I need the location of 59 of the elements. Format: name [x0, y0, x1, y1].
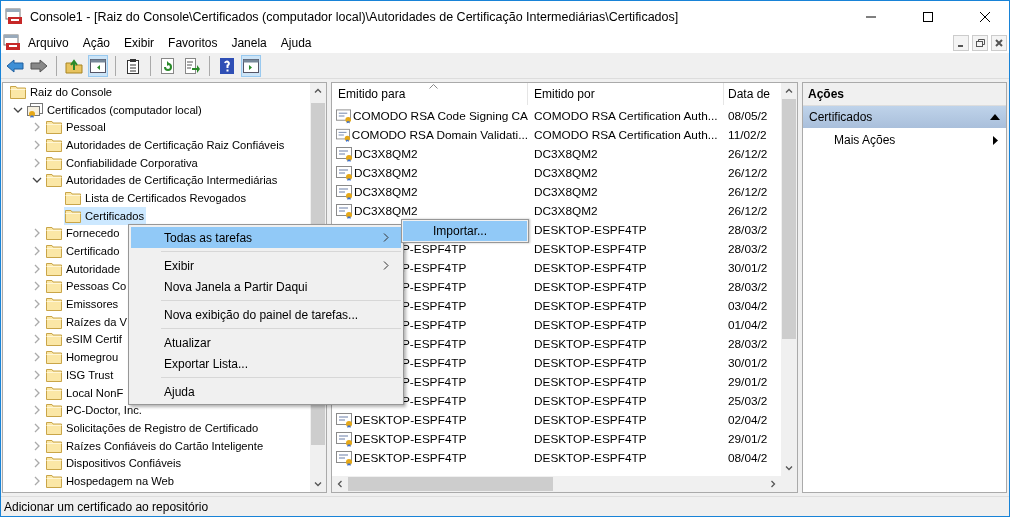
table-cell: DESKTOP-ESPF4TP	[534, 260, 647, 275]
table-cell: DESKTOP-ESPF4TP	[534, 393, 647, 408]
table-cell: P-ESPF4TP	[402, 336, 467, 351]
table-cell: COMODO RSA Code Signing CA	[352, 108, 528, 123]
table-cell: DC3X8QM2	[354, 165, 418, 180]
table-cell: DC3X8QM2	[534, 146, 598, 161]
table-cell: 03/04/2	[728, 298, 768, 313]
table-cell: DC3X8QM2	[354, 203, 418, 218]
table-cell: DC3X8QM2	[534, 165, 598, 180]
table-cell: 28/03/2	[728, 241, 768, 256]
table-cell: 26/12/2	[728, 184, 768, 199]
table-cell: DESKTOP-ESPF4TP	[534, 336, 647, 351]
table-cell: DC3X8QM2	[354, 146, 418, 161]
table-cell: DESKTOP-ESPF4TP	[534, 298, 647, 313]
table-cell: DESKTOP-ESPF4TP	[534, 222, 647, 237]
table-cell: DESKTOP-ESPF4TP	[534, 355, 647, 370]
table-cell: 28/03/2	[728, 336, 768, 351]
table-cell: 02/04/2	[728, 412, 768, 427]
table-cell: DESKTOP-ESPF4TP	[354, 431, 467, 446]
table-cell: 26/12/2	[728, 203, 768, 218]
status-text: Adicionar um certificado ao repositório	[4, 499, 209, 514]
table-cell: P-ESPF4TP	[402, 374, 467, 389]
table-cell: DC3X8QM2	[534, 203, 598, 218]
table-cell: 11/02/2	[728, 127, 767, 142]
table-cell: 08/04/2	[728, 450, 768, 465]
table-cell: P-ESPF4TP	[402, 298, 467, 313]
table-cell: 26/12/2	[728, 165, 768, 180]
panel-title: Ações	[803, 83, 1006, 106]
table-cell: P-ESPF4TP	[402, 317, 467, 332]
table-cell: P-ESPF4TP	[402, 355, 467, 370]
table-cell: 08/05/2	[728, 108, 768, 123]
table-cell: DESKTOP-ESPF4TP	[534, 412, 647, 427]
table-cell: 26/12/2	[728, 146, 768, 161]
table-cell: DC3X8QM2	[354, 184, 418, 199]
table-cell: COMODO RSA Certification Auth...	[534, 108, 718, 123]
table-cell: COMODO RSA Domain Validati...	[351, 127, 528, 142]
table-cell: DESKTOP-ESPF4TP	[534, 279, 647, 294]
table-cell: DESKTOP-ESPF4TP	[534, 450, 647, 465]
table-cell: 28/03/2	[728, 222, 768, 237]
table-cell: P-ESPF4TP	[402, 241, 467, 256]
table-cell: 30/01/2	[728, 260, 768, 275]
table-cell: DESKTOP-ESPF4TP	[534, 374, 647, 389]
table-cell: DESKTOP-ESPF4TP	[534, 241, 647, 256]
table-cell: DESKTOP-ESPF4TP	[534, 431, 647, 446]
table-cell: P-ESPF4TP	[402, 279, 467, 294]
table-cell: COMODO RSA Certification Auth...	[534, 127, 718, 142]
table-cell: 28/03/2	[728, 279, 768, 294]
table-cell: 25/03/2	[728, 393, 768, 408]
table-cell: 01/04/2	[728, 317, 768, 332]
table-cell: P-ESPF4TP	[402, 393, 467, 408]
table-cell: 29/01/2	[728, 431, 768, 446]
table-cell: 30/01/2	[728, 355, 768, 370]
table-cell: DESKTOP-ESPF4TP	[354, 450, 467, 465]
table-cell: P-ESPF4TP	[402, 260, 467, 275]
table-cell: DESKTOP-ESPF4TP	[354, 412, 467, 427]
table-cell: 29/01/2	[728, 374, 768, 389]
table-cell: DC3X8QM2	[534, 184, 598, 199]
window-title: Console1 - [Raiz do Console\Certificados (computador local)\Autoridades de Certificação Intermediárias\Certificados]	[30, 9, 679, 24]
table-cell: DESKTOP-ESPF4TP	[534, 317, 647, 332]
